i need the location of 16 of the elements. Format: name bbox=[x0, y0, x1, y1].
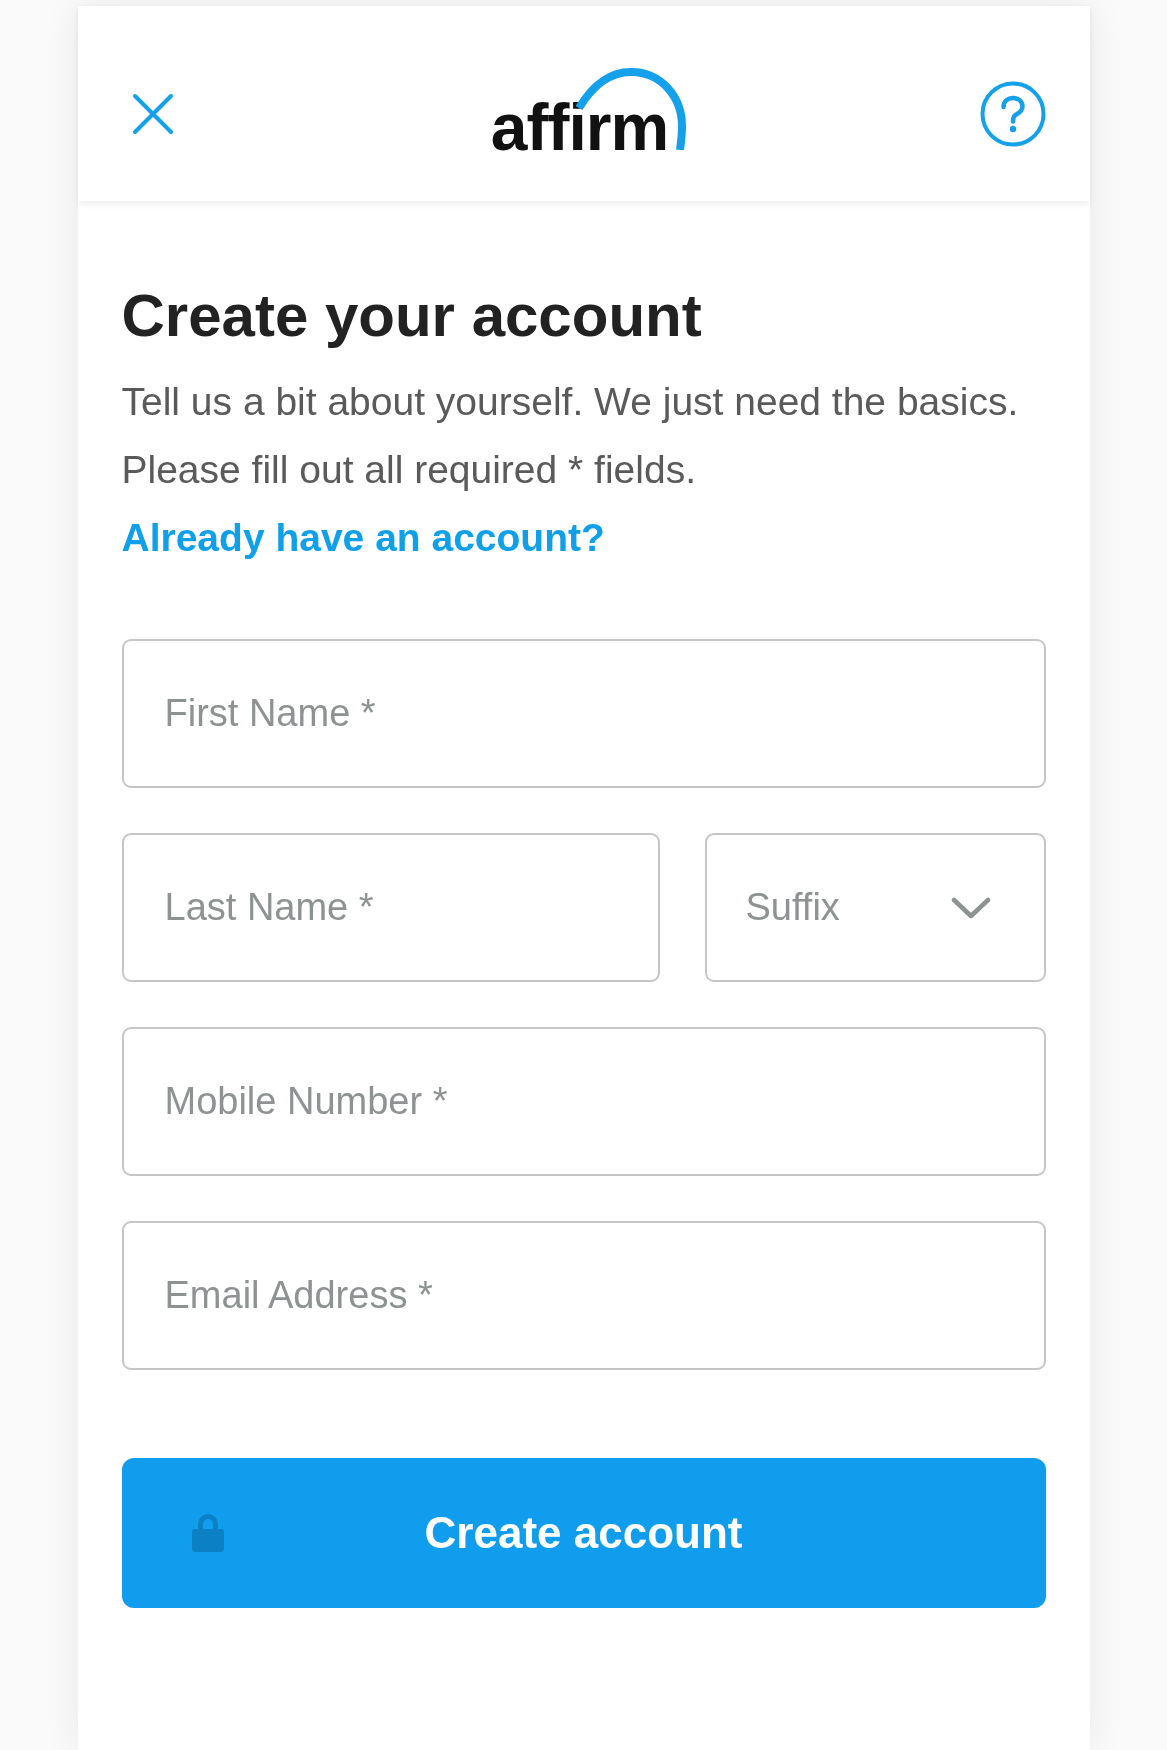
sign-in-link[interactable]: Already have an account? bbox=[121, 516, 605, 559]
input-field[interactable]: Mobile Number * bbox=[121, 1027, 1046, 1176]
suffix-dropdown[interactable]: Suffix bbox=[704, 833, 1046, 982]
chevron-down-icon bbox=[950, 896, 991, 919]
intro-text: Tell us a bit about yourself. We just need the basics. Please fill out all required * fields. Already have an account? bbox=[121, 379, 1020, 561]
create-account-button[interactable]: Create account bbox=[121, 1458, 1046, 1608]
input-field[interactable]: First Name * bbox=[121, 639, 1046, 788]
lock-icon bbox=[190, 1513, 225, 1553]
help-button[interactable] bbox=[979, 80, 1046, 147]
input-field[interactable]: Email Address * bbox=[121, 1221, 1046, 1370]
close-icon bbox=[131, 92, 174, 135]
help-icon bbox=[979, 80, 1046, 147]
close-button[interactable] bbox=[131, 92, 174, 135]
page-title: Create your account bbox=[121, 281, 703, 350]
logo: affirm bbox=[490, 67, 687, 160]
input-field[interactable]: Last Name * bbox=[121, 833, 660, 982]
